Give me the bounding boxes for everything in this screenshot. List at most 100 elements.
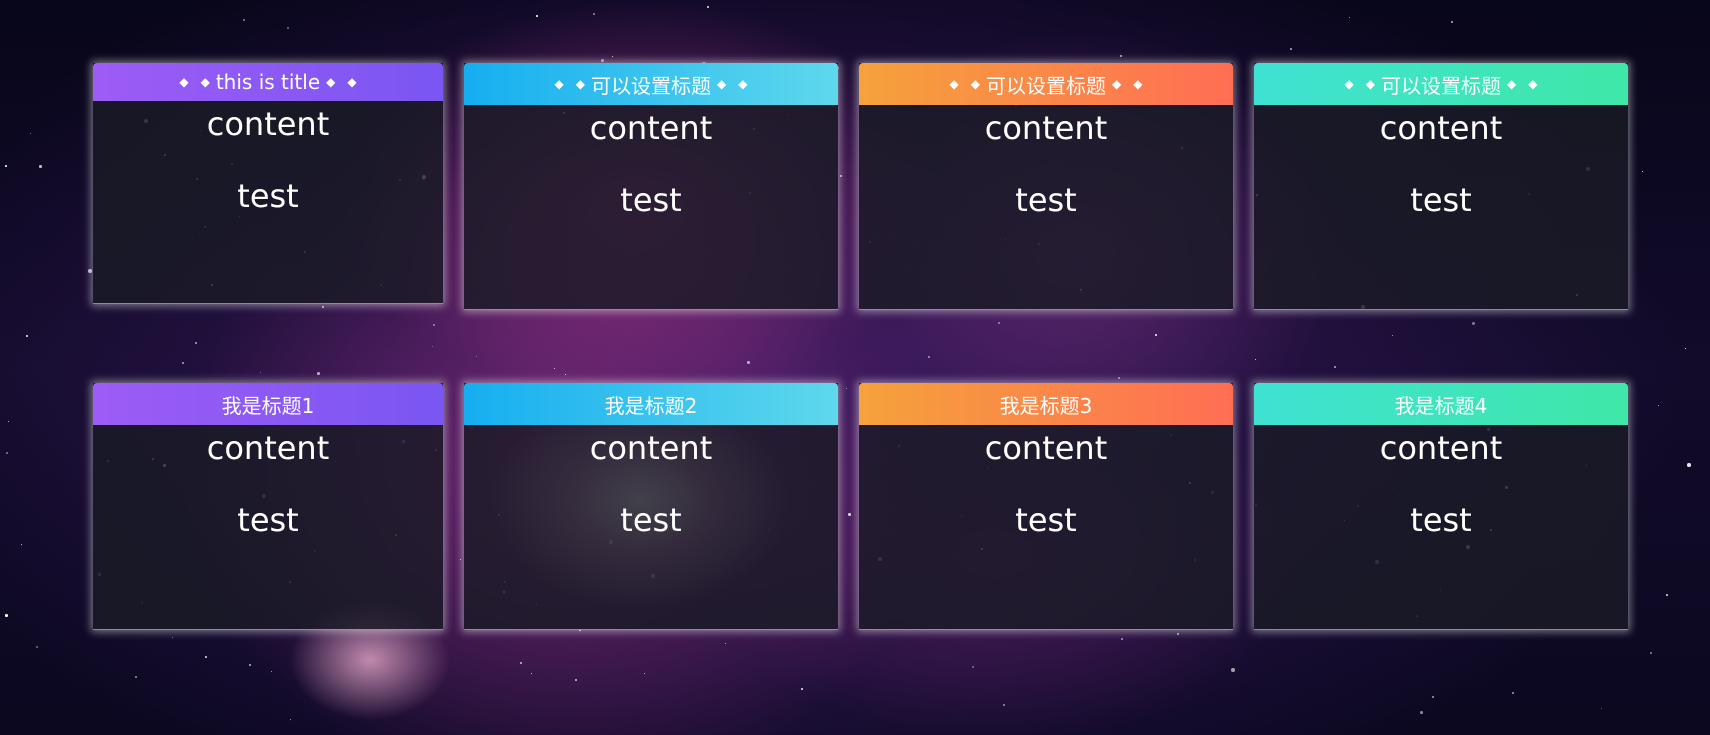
card-text: test	[237, 177, 299, 215]
star-decoration	[26, 335, 29, 338]
card-content: content	[589, 429, 713, 467]
star-decoration	[195, 342, 198, 345]
star-decoration	[182, 362, 185, 365]
star-decoration	[476, 356, 478, 358]
card-header: 我是标题1	[93, 383, 443, 425]
card-body: content test	[1254, 425, 1628, 543]
star-decoration	[1451, 21, 1454, 24]
card-header: 我是标题3	[859, 383, 1233, 425]
star-decoration	[1687, 463, 1691, 467]
star-decoration	[972, 666, 975, 669]
card-text: test	[1015, 181, 1077, 219]
card-body: content test	[93, 101, 443, 219]
card-header: ◆ ◆ 可以设置标题 ◆ ◆	[1254, 63, 1628, 105]
star-decoration	[928, 356, 930, 358]
star-decoration	[1334, 366, 1337, 369]
diamond-icon: ◆	[1133, 77, 1143, 91]
diamond-icon: ◆	[1365, 77, 1375, 91]
star-decoration	[644, 673, 646, 675]
card-header: 我是标题4	[1254, 383, 1628, 425]
star-decoration	[1658, 405, 1660, 407]
star-decoration	[1231, 668, 1235, 672]
star-decoration	[30, 133, 31, 134]
card-title: 我是标题3	[999, 393, 1093, 418]
card-content: content	[984, 429, 1108, 467]
star-decoration	[520, 662, 523, 665]
star-decoration	[531, 673, 533, 675]
star-decoration	[1121, 638, 1123, 640]
card-body: content test	[464, 425, 838, 543]
star-decoration	[460, 559, 462, 561]
diamond-icon: ◆	[949, 77, 959, 91]
star-decoration	[1003, 704, 1006, 707]
star-decoration	[612, 56, 614, 58]
star-decoration	[554, 368, 556, 370]
star-decoration	[290, 719, 292, 721]
star-decoration	[317, 372, 320, 375]
star-decoration	[172, 637, 174, 639]
star-decoration	[593, 13, 596, 16]
star-decoration	[433, 324, 435, 326]
star-decoration	[322, 306, 325, 309]
card-text: test	[237, 501, 299, 539]
card-body: content test	[93, 425, 443, 543]
star-decoration	[205, 656, 207, 658]
star-decoration	[135, 676, 137, 678]
star-decoration	[536, 15, 538, 17]
card-top-3: ◆ ◆ 可以设置标题 ◆ ◆ content test	[859, 63, 1233, 310]
card-header: 我是标题2	[464, 383, 838, 425]
star-decoration	[846, 388, 848, 390]
star-decoration	[1512, 692, 1514, 694]
star-decoration	[848, 513, 852, 517]
card-text: test	[620, 501, 682, 539]
star-decoration	[1642, 171, 1644, 173]
star-decoration	[1420, 711, 1423, 714]
star-decoration	[1349, 17, 1351, 19]
star-decoration	[801, 688, 803, 690]
card-content: content	[1379, 109, 1503, 147]
star-decoration	[5, 614, 8, 617]
star-decoration	[1255, 359, 1257, 361]
diamond-icon: ◆	[717, 77, 727, 91]
star-decoration	[1685, 348, 1687, 350]
diamond-icon: ◆	[200, 75, 210, 89]
card-top-1: ◆ ◆ this is title ◆ ◆ content test	[93, 63, 443, 304]
diamond-icon: ◆	[1112, 77, 1122, 91]
diamond-icon: ◆	[1344, 77, 1354, 91]
star-decoration	[1472, 322, 1476, 326]
star-decoration	[1392, 335, 1394, 337]
star-decoration	[432, 346, 434, 348]
star-decoration	[1120, 55, 1123, 58]
diamond-icon: ◆	[1528, 77, 1538, 91]
star-decoration	[260, 372, 262, 374]
star-decoration	[1290, 48, 1292, 50]
card-content: content	[206, 429, 330, 467]
card-header: ◆ ◆ 可以设置标题 ◆ ◆	[464, 63, 838, 105]
diamond-icon: ◆	[738, 77, 748, 91]
card-title: this is title	[215, 70, 321, 94]
card-content: content	[206, 105, 330, 143]
diamond-icon: ◆	[326, 75, 336, 89]
card-title: 可以设置标题	[1381, 73, 1501, 98]
star-decoration	[249, 664, 251, 666]
star-decoration	[36, 646, 39, 649]
star-decoration	[39, 165, 42, 168]
diamond-icon: ◆	[575, 77, 585, 91]
star-decoration	[565, 374, 567, 376]
card-bottom-2: 我是标题2 content test	[464, 383, 838, 630]
card-bottom-4: 我是标题4 content test	[1254, 383, 1628, 630]
star-decoration	[1177, 633, 1180, 636]
card-content: content	[1379, 429, 1503, 467]
star-decoration	[5, 165, 7, 167]
star-decoration	[998, 322, 1000, 324]
diamond-icon: ◆	[179, 75, 189, 89]
card-top-4: ◆ ◆ 可以设置标题 ◆ ◆ content test	[1254, 63, 1628, 310]
star-decoration	[725, 643, 727, 645]
star-decoration	[840, 175, 843, 178]
star-decoration	[287, 27, 290, 30]
star-decoration	[747, 361, 751, 365]
diamond-icon: ◆	[347, 75, 357, 89]
card-title: 可以设置标题	[986, 73, 1106, 98]
star-decoration	[243, 19, 245, 21]
diamond-icon: ◆	[970, 77, 980, 91]
